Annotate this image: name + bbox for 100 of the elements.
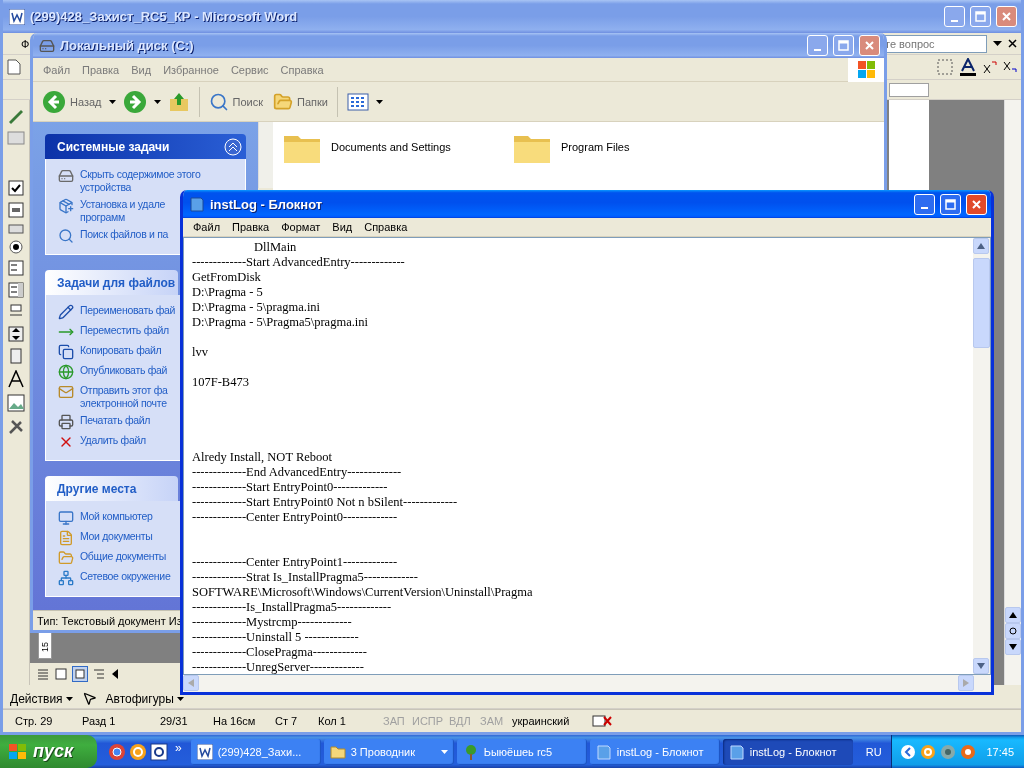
ruler bbox=[889, 82, 929, 97]
browse-object-icon[interactable] bbox=[1005, 623, 1021, 639]
printer-icon bbox=[58, 414, 74, 430]
collapse-tray-icon[interactable] bbox=[900, 743, 917, 760]
panel-header[interactable]: Системные задачи bbox=[45, 134, 246, 159]
network-icon[interactable] bbox=[940, 743, 957, 760]
collapse-icon[interactable] bbox=[224, 137, 242, 156]
panel-header[interactable]: Задачи для файлов bbox=[45, 270, 178, 295]
menu-item[interactable]: Правка bbox=[226, 221, 276, 233]
email-icon[interactable] bbox=[920, 743, 937, 760]
back-button[interactable]: Назад bbox=[39, 87, 105, 116]
close-icon bbox=[971, 198, 982, 210]
page-view-icon[interactable] bbox=[72, 666, 88, 682]
text-field-icon[interactable] bbox=[8, 202, 24, 218]
maximize-button[interactable] bbox=[940, 193, 961, 215]
scroll-up-icon[interactable] bbox=[1005, 607, 1021, 623]
menu-item[interactable]: Вид bbox=[326, 221, 359, 233]
spelling-book-icon bbox=[592, 714, 612, 728]
menu-item[interactable]: Справка bbox=[274, 63, 330, 76]
task-link[interactable]: Отправить этот фа электронной почте bbox=[58, 384, 168, 410]
task-link[interactable]: Общие документы bbox=[58, 550, 166, 566]
task-link[interactable]: Переименовать фай bbox=[58, 304, 176, 320]
task-link[interactable]: Удалить файл bbox=[58, 434, 146, 450]
label-icon[interactable] bbox=[7, 370, 25, 388]
new-document-icon[interactable] bbox=[7, 59, 21, 75]
superscript-icon[interactable] bbox=[983, 60, 997, 74]
task-link[interactable]: Копировать файл bbox=[58, 344, 162, 360]
folder-name[interactable]: Program Files bbox=[561, 141, 630, 153]
taskbar-button[interactable]: instLog - Блокнот bbox=[589, 738, 720, 765]
folder-name[interactable]: Documents and Settings bbox=[331, 141, 451, 153]
minimize-button[interactable] bbox=[914, 193, 935, 215]
taskbar-button[interactable]: (299)428_Захи... bbox=[190, 738, 321, 765]
menu-item[interactable]: Файл bbox=[187, 221, 227, 233]
flag-logo-icon bbox=[848, 57, 884, 82]
task-link[interactable]: Сетевое окружение bbox=[58, 570, 171, 586]
start-button[interactable]: пуск bbox=[0, 735, 97, 768]
menu-button[interactable]: Действия bbox=[7, 692, 76, 706]
radio-icon[interactable] bbox=[9, 240, 23, 254]
menu-item[interactable]: Вид bbox=[125, 63, 158, 76]
clock: 17:45 bbox=[986, 745, 1014, 758]
menu-item[interactable]: Ф bbox=[21, 37, 30, 50]
menu-item[interactable]: Избранное bbox=[157, 63, 225, 76]
task-link[interactable]: Скрыть содержимое этого устройства bbox=[58, 168, 201, 194]
close-button[interactable] bbox=[996, 6, 1017, 27]
image-icon[interactable] bbox=[7, 394, 25, 412]
checkbox-icon[interactable] bbox=[8, 180, 24, 196]
button-shape-icon[interactable] bbox=[8, 224, 24, 234]
menu-item[interactable]: Файл bbox=[37, 63, 77, 76]
more-button[interactable]: » bbox=[175, 740, 182, 755]
status-item: ЗАМ bbox=[480, 715, 505, 727]
app-icon[interactable] bbox=[150, 742, 168, 761]
maximize-icon bbox=[838, 40, 849, 51]
web-view-icon[interactable] bbox=[54, 667, 68, 681]
font-color-icon[interactable] bbox=[959, 58, 977, 76]
browser-icon[interactable] bbox=[108, 742, 126, 761]
taskbar-button[interactable]: 3 Проводник bbox=[323, 738, 454, 765]
scroll-left-icon[interactable] bbox=[110, 668, 120, 680]
menu-item[interactable]: Сервис bbox=[224, 63, 275, 76]
menu-item[interactable]: Формат bbox=[275, 221, 327, 233]
caret-icon bbox=[153, 99, 161, 104]
task-link[interactable]: Опубликовать фай bbox=[58, 364, 168, 380]
email-icon[interactable] bbox=[129, 742, 147, 761]
task-link[interactable]: Переместить файл bbox=[58, 324, 169, 340]
caret-icon bbox=[993, 39, 1002, 48]
task-link[interactable]: Мой компьютер bbox=[58, 510, 153, 526]
scroll-down-icon[interactable] bbox=[1005, 639, 1021, 655]
menu-item[interactable]: Справка bbox=[358, 221, 414, 233]
close-icon bbox=[1001, 11, 1012, 22]
combo-box-icon[interactable] bbox=[8, 282, 24, 298]
document-icon bbox=[196, 743, 213, 760]
taskbar-button[interactable]: instLog - Блокнот bbox=[722, 738, 853, 765]
drive-icon bbox=[39, 37, 55, 54]
scroll-thumb[interactable] bbox=[973, 258, 990, 348]
close-button[interactable] bbox=[859, 35, 880, 56]
pointer-icon[interactable] bbox=[81, 691, 97, 706]
subscript-icon[interactable] bbox=[1003, 60, 1017, 74]
task-link[interactable]: Поиск файлов и па bbox=[58, 228, 169, 244]
task-link[interactable]: Мои документы bbox=[58, 530, 153, 546]
task-link[interactable]: Печатать файл bbox=[58, 414, 151, 430]
close-icon[interactable] bbox=[1008, 39, 1017, 48]
close-button[interactable] bbox=[966, 193, 987, 215]
caret-icon bbox=[176, 697, 184, 701]
folders-button[interactable]: Папки bbox=[270, 89, 331, 114]
language-indicator[interactable]: RU bbox=[865, 745, 882, 758]
list-box-icon[interactable] bbox=[8, 260, 24, 276]
spinner-icon[interactable] bbox=[8, 326, 24, 342]
flag-logo-icon bbox=[8, 742, 28, 761]
scrollbar-icon[interactable] bbox=[10, 348, 22, 364]
taskbar-button[interactable]: Ьыюёшеь rc5 bbox=[456, 738, 587, 765]
search-button[interactable]: Поиск bbox=[205, 89, 266, 114]
document-icon bbox=[9, 8, 25, 25]
globe-icon bbox=[58, 364, 74, 380]
update-icon[interactable] bbox=[960, 743, 977, 760]
menu-button[interactable]: Автофигуры bbox=[102, 692, 187, 706]
normal-view-icon[interactable] bbox=[36, 667, 50, 681]
ruler-label: 15 bbox=[40, 642, 50, 652]
border-icon[interactable] bbox=[937, 59, 953, 75]
task-link[interactable]: Установка и удале программ bbox=[58, 198, 166, 224]
menu-item[interactable]: Правка bbox=[76, 63, 126, 76]
panel-header[interactable]: Другие места bbox=[45, 476, 178, 501]
